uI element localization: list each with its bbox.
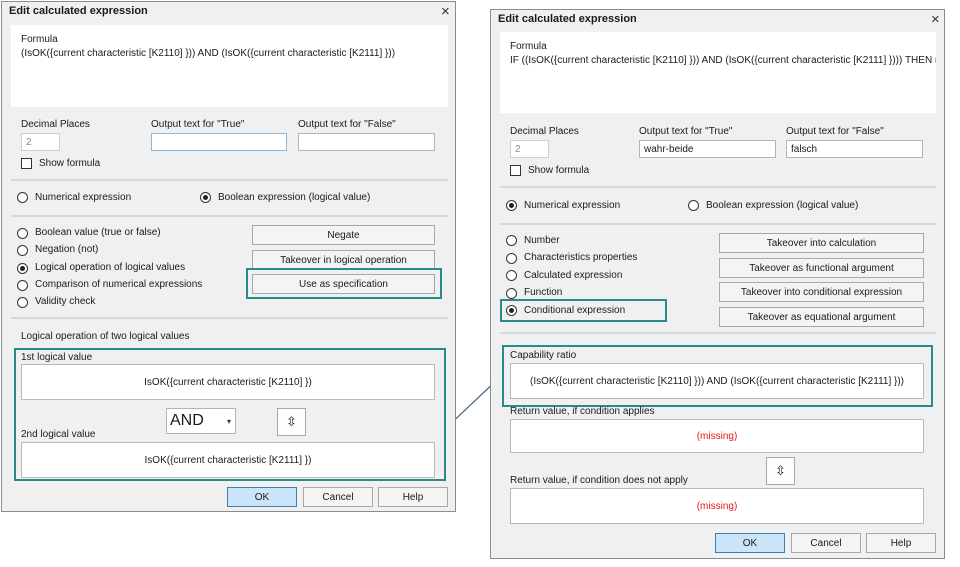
divider bbox=[500, 186, 936, 188]
number-label: Number bbox=[524, 235, 560, 246]
swap-return-values-button[interactable]: ⇳ bbox=[766, 457, 795, 485]
false-output-field[interactable] bbox=[298, 133, 435, 151]
divider bbox=[500, 223, 936, 225]
formula-section: Formula IF ((IsOK({current characteristi… bbox=[500, 32, 936, 113]
not-applies-value-box[interactable]: (missing) bbox=[510, 488, 924, 524]
calculated-expression-radio[interactable] bbox=[506, 270, 517, 281]
characteristics-properties-label: Characteristics properties bbox=[524, 252, 638, 263]
applies-label: Return value, if condition applies bbox=[510, 406, 655, 417]
true-output-label: Output text for "True" bbox=[639, 126, 733, 137]
numerical-expression-label: Numerical expression bbox=[35, 192, 132, 203]
highlight-frame bbox=[500, 299, 667, 322]
formula-text: IF ((IsOK({current characteristic [K2110… bbox=[510, 55, 936, 66]
boolean-expression-radio[interactable] bbox=[200, 192, 211, 203]
dialog-right: Edit calculated expression × Formula IF … bbox=[490, 9, 945, 559]
false-output-field[interactable]: falsch bbox=[786, 140, 923, 158]
show-formula-label: Show formula bbox=[39, 158, 101, 169]
function-label: Function bbox=[524, 287, 563, 298]
cancel-button[interactable]: Cancel bbox=[303, 487, 373, 507]
decimal-places-field[interactable]: 2 bbox=[21, 133, 60, 151]
formula-text: (IsOK({current characteristic [K2110] })… bbox=[21, 48, 396, 59]
decimal-places-label: Decimal Places bbox=[21, 119, 90, 130]
boolean-value-label: Boolean value (true or false) bbox=[35, 227, 161, 238]
show-formula-checkbox[interactable] bbox=[21, 158, 32, 169]
false-output-label: Output text for "False" bbox=[786, 126, 884, 137]
boolean-expression-label: Boolean expression (logical value) bbox=[706, 200, 859, 211]
negation-radio[interactable] bbox=[17, 245, 28, 256]
characteristics-properties-radio[interactable] bbox=[506, 253, 517, 264]
divider bbox=[500, 332, 936, 334]
highlight-frame bbox=[502, 345, 933, 407]
numerical-expression-label: Numerical expression bbox=[524, 200, 621, 211]
validity-check-radio[interactable] bbox=[17, 297, 28, 308]
logical-operation-label: Logical operation of logical values bbox=[35, 262, 186, 273]
close-icon[interactable]: × bbox=[441, 4, 450, 19]
takeover-calculation-button[interactable]: Takeover into calculation bbox=[719, 233, 924, 253]
true-output-field[interactable]: wahr-beide bbox=[639, 140, 776, 158]
show-formula-checkbox[interactable] bbox=[510, 165, 521, 176]
comparison-radio[interactable] bbox=[17, 280, 28, 291]
logical-operation-radio[interactable] bbox=[17, 263, 28, 274]
negation-label: Negation (not) bbox=[35, 244, 99, 255]
decimal-places-field[interactable]: 2 bbox=[510, 140, 549, 158]
boolean-expression-label: Boolean expression (logical value) bbox=[218, 192, 371, 203]
formula-section: Formula (IsOK({current characteristic [K… bbox=[11, 25, 448, 107]
formula-label: Formula bbox=[510, 41, 547, 52]
numerical-expression-radio[interactable] bbox=[17, 192, 28, 203]
false-output-label: Output text for "False" bbox=[298, 119, 396, 130]
highlight-frame bbox=[246, 268, 442, 299]
show-formula-label: Show formula bbox=[528, 165, 590, 176]
boolean-expression-radio[interactable] bbox=[688, 200, 699, 211]
comparison-label: Comparison of numerical expressions bbox=[35, 279, 203, 290]
negate-button[interactable]: Negate bbox=[252, 225, 435, 245]
numerical-expression-radio[interactable] bbox=[506, 200, 517, 211]
dialog-title: Edit calculated expression bbox=[498, 13, 637, 25]
ok-button[interactable]: OK bbox=[227, 487, 297, 507]
calculated-expression-label: Calculated expression bbox=[524, 270, 623, 281]
divider bbox=[11, 215, 448, 217]
divider bbox=[11, 317, 448, 319]
takeover-logical-operation-button[interactable]: Takeover in logical operation bbox=[252, 250, 435, 270]
operation-title: Logical operation of two logical values bbox=[21, 331, 190, 342]
not-applies-label: Return value, if condition does not appl… bbox=[510, 475, 688, 486]
dialog-title: Edit calculated expression bbox=[9, 5, 148, 17]
divider bbox=[11, 179, 448, 181]
swap-icon: ⇳ bbox=[775, 463, 786, 478]
dialog-left: Edit calculated expression × Formula (Is… bbox=[1, 1, 456, 512]
help-button[interactable]: Help bbox=[866, 533, 936, 553]
takeover-equational-argument-button[interactable]: Takeover as equational argument bbox=[719, 307, 924, 327]
formula-label: Formula bbox=[21, 34, 58, 45]
takeover-functional-argument-button[interactable]: Takeover as functional argument bbox=[719, 258, 924, 278]
close-icon[interactable]: × bbox=[931, 12, 940, 27]
help-button[interactable]: Help bbox=[378, 487, 448, 507]
validity-check-label: Validity check bbox=[35, 296, 96, 307]
function-radio[interactable] bbox=[506, 288, 517, 299]
applies-value-box[interactable]: (missing) bbox=[510, 419, 924, 453]
ok-button[interactable]: OK bbox=[715, 533, 785, 553]
true-output-field[interactable] bbox=[151, 133, 287, 151]
highlight-frame bbox=[14, 348, 446, 481]
boolean-value-radio[interactable] bbox=[17, 228, 28, 239]
decimal-places-label: Decimal Places bbox=[510, 126, 579, 137]
true-output-label: Output text for "True" bbox=[151, 119, 245, 130]
cancel-button[interactable]: Cancel bbox=[791, 533, 861, 553]
takeover-conditional-expression-button[interactable]: Takeover into conditional expression bbox=[719, 282, 924, 302]
number-radio[interactable] bbox=[506, 235, 517, 246]
